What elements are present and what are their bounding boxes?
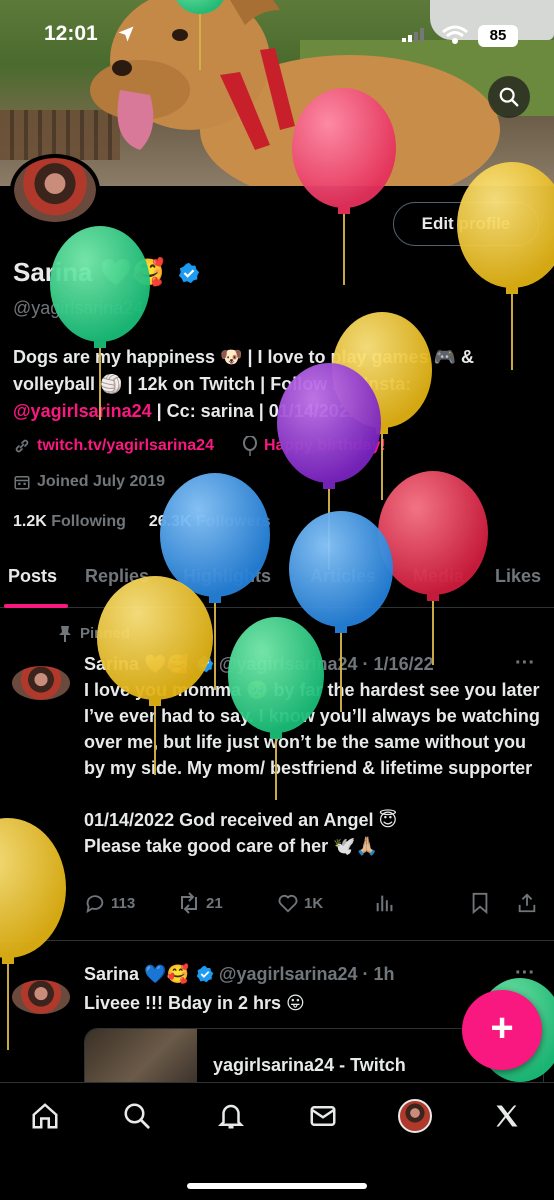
post-actions: 113 21 1K [84, 892, 544, 916]
profile-bio: Dogs are my happiness 🐶 | I love to play… [13, 344, 543, 425]
birthday-text: Happy birthday! [263, 437, 386, 454]
edit-profile-button[interactable]: Edit profile [393, 202, 539, 246]
signal-icon [402, 28, 424, 42]
followers-link[interactable]: 26.3K Followers [149, 513, 271, 530]
avatar-photo [14, 158, 96, 222]
profile-meta-row: twitch.tv/yagirlsarina24 Happy birthday! [13, 436, 386, 456]
link-icon [15, 439, 29, 453]
like-button[interactable]: 1K [277, 892, 323, 914]
bookmark-button[interactable] [470, 892, 490, 914]
profile-tabs: Posts Replies Highlights Articles Media … [0, 560, 554, 608]
followers-label: Followers [195, 513, 271, 530]
profile-name: Sarina 💚🥰 [13, 257, 200, 288]
pinned-text: Pinned [80, 625, 131, 642]
tab-likes[interactable]: Likes [495, 566, 541, 587]
tab-highlights[interactable]: Highlights [183, 566, 271, 587]
post-header: Sarina 💙🥰 @yagirlsarina24 · 1h [84, 964, 395, 985]
post-author-handle[interactable]: @yagirlsarina24 [219, 964, 358, 984]
bell-icon [217, 1104, 245, 1129]
like-count: 1K [304, 894, 324, 912]
profile-link[interactable]: twitch.tv/yagirlsarina24 [37, 437, 214, 455]
x-logo-icon [496, 1105, 518, 1127]
profile-name-text: Sarina 💚🥰 [13, 257, 165, 287]
balloon-yellow-edge [0, 818, 66, 1050]
repost-button[interactable]: 21 [177, 892, 223, 914]
bio-mention-link[interactable]: @yagirlsarina24 [13, 401, 152, 421]
follow-counts: 1.2K Following 26.3K Followers [13, 513, 271, 531]
status-time: 12:01 [44, 22, 98, 45]
views-icon [376, 895, 393, 912]
active-tab-indicator [4, 604, 68, 608]
banner-search-button[interactable] [488, 76, 530, 118]
share-icon [518, 893, 536, 913]
post-divider [0, 940, 554, 941]
reply-icon [86, 895, 104, 914]
home-indicator [187, 1183, 367, 1189]
joined-text: Joined July 2019 [37, 473, 166, 490]
battery-icon: 85 [478, 25, 518, 47]
compose-button[interactable]: + [462, 990, 542, 1070]
following-label: Following [51, 513, 126, 530]
calendar-icon [14, 476, 30, 490]
nav-search[interactable] [120, 1099, 154, 1133]
repost-icon [181, 892, 197, 914]
post-avatar[interactable] [12, 980, 70, 1014]
balloon-yellow-right [457, 162, 554, 370]
tab-posts[interactable]: Posts [8, 566, 57, 587]
reply-count: 113 [111, 894, 136, 912]
pin-icon [59, 625, 71, 642]
home-icon [32, 1103, 58, 1129]
tab-articles[interactable]: Articles [310, 566, 376, 587]
post-author-name[interactable]: Sarina 💙🥰 [84, 964, 189, 984]
tab-replies[interactable]: Replies [85, 566, 149, 587]
verified-icon [196, 655, 214, 673]
views-button[interactable] [374, 892, 396, 914]
post-author-name[interactable]: Sarina 💛🥰 [84, 654, 189, 674]
joined-row: Joined July 2019 [13, 473, 165, 491]
more-options-icon[interactable]: ··· [515, 652, 535, 675]
repost-count: 21 [206, 894, 223, 912]
following-count: 1.2K [13, 513, 47, 530]
profile-avatar[interactable] [10, 154, 100, 226]
nav-notifications[interactable] [214, 1099, 248, 1133]
post-avatar[interactable] [12, 666, 70, 700]
wifi-icon [442, 25, 468, 44]
pinned-label: Pinned [58, 625, 130, 642]
bookmark-icon [472, 892, 488, 914]
post-date: · 1/16/22 [362, 654, 434, 674]
post-date: · 1h [362, 964, 395, 984]
location-arrow-icon [118, 26, 134, 42]
bio-text-2: | Cc: sarina | 01/14/2022😇 [151, 401, 378, 421]
post-header: Sarina 💛🥰 @yagirlsarina24 · 1/16/22 [84, 654, 434, 675]
like-icon [278, 894, 298, 913]
following-link[interactable]: 1.2K Following [13, 513, 126, 530]
search-icon [499, 87, 519, 107]
nav-home[interactable] [28, 1099, 62, 1133]
more-options-icon[interactable]: ··· [515, 962, 535, 985]
nav-profile-avatar[interactable] [398, 1099, 432, 1133]
balloon-icon [242, 436, 257, 456]
share-button[interactable] [516, 892, 538, 914]
search-icon [124, 1103, 150, 1129]
profile-handle: @yagirlsarina24 [13, 298, 144, 318]
link-card-title: yagirlsarina24 - Twitch [213, 1055, 406, 1075]
nav-x-logo[interactable] [490, 1099, 524, 1133]
mail-icon [310, 1106, 336, 1126]
bio-text-1: Dogs are my happiness 🐶 | I love to play… [13, 347, 474, 394]
verified-icon[interactable] [178, 262, 200, 284]
followers-count: 26.3K [148, 513, 192, 530]
post-author-handle[interactable]: @yagirlsarina24 [219, 654, 358, 674]
verified-icon [196, 965, 214, 983]
tab-media[interactable]: Media [413, 566, 464, 587]
status-bar: 12:01 85 [0, 22, 554, 52]
post-text: I love you momma 🥺 by far the hardest se… [84, 680, 540, 856]
nav-messages[interactable] [306, 1099, 340, 1133]
reply-button[interactable]: 113 [84, 892, 135, 914]
